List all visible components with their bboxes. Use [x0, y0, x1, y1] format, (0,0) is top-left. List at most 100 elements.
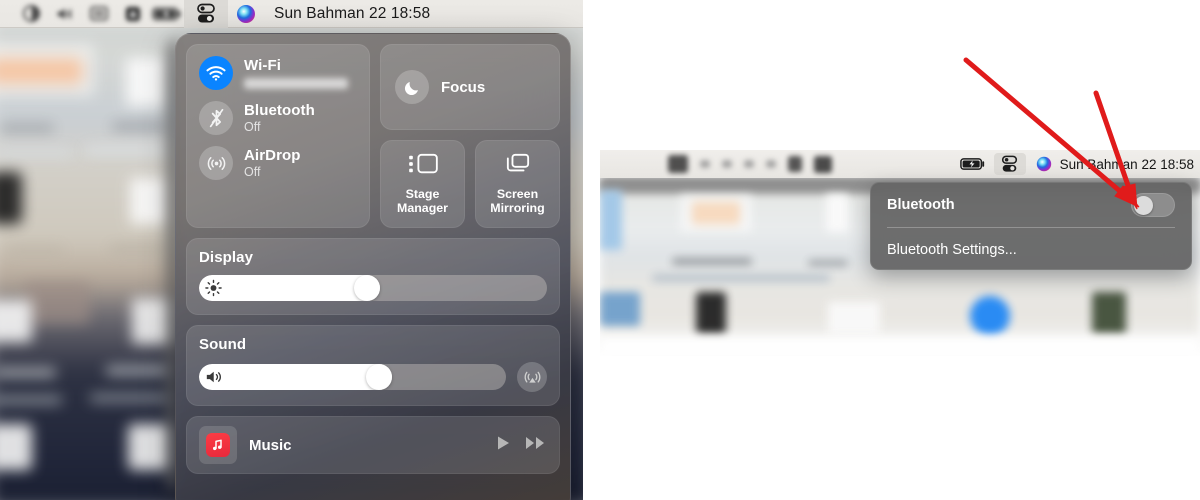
display-card: Display [186, 238, 560, 315]
display-contrast-icon[interactable] [14, 0, 48, 28]
bluetooth-row[interactable]: Bluetooth Off [199, 101, 357, 135]
desktop-artifact [126, 58, 168, 106]
bluetooth-toggle-row[interactable]: Bluetooth [887, 183, 1175, 227]
desktop-artifact [84, 145, 170, 155]
desktop-artifact [110, 246, 168, 253]
desktop-artifact [0, 44, 94, 96]
battery-charging-icon[interactable] [150, 0, 184, 28]
desktop-artifact [24, 282, 90, 324]
control-center-icon[interactable] [993, 153, 1026, 175]
bluetooth-settings-label: Bluetooth Settings... [887, 241, 1017, 258]
desktop-artifact [0, 300, 32, 342]
bluetooth-off-icon[interactable] [199, 101, 233, 135]
menu-extra-icon[interactable] [788, 156, 802, 172]
desktop-artifact [672, 258, 752, 265]
stage-manager-button[interactable]: Stage Manager [380, 140, 465, 228]
dock-app-icon [1092, 292, 1126, 334]
desktop-artifact [696, 292, 726, 334]
bluetooth-menu: Bluetooth Bluetooth Settings... [870, 182, 1192, 270]
desktop-artifact [0, 396, 62, 404]
fast-forward-icon[interactable] [525, 435, 547, 456]
desktop-artifact [600, 292, 640, 326]
desktop-artifact [826, 194, 848, 232]
app-status-icon[interactable] [116, 0, 150, 28]
desktop-artifact [90, 394, 170, 402]
bluetooth-settings-row[interactable]: Bluetooth Settings... [887, 228, 1175, 271]
airplay-audio-icon[interactable] [517, 362, 547, 392]
left-screen-zoom: Sun Bahman 22 18:58 Wi-Fi Bluetooth Off … [0, 0, 583, 500]
desktop-artifact [128, 424, 172, 470]
desktop-artifact [0, 424, 32, 470]
play-icon[interactable] [494, 434, 512, 457]
volume-icon[interactable] [48, 0, 82, 28]
moon-icon [395, 70, 429, 104]
menu-extra-icon[interactable] [766, 160, 776, 168]
screen-mirroring-button[interactable]: Screen Mirroring [475, 140, 560, 228]
desktop-artifact [0, 368, 56, 377]
siri-icon[interactable] [1036, 156, 1052, 172]
bluetooth-label: Bluetooth [244, 102, 315, 119]
desktop-artifact [130, 178, 170, 224]
desktop-artifact [8, 248, 64, 254]
volume-slider-fill [199, 364, 393, 390]
dock-app-icon [970, 296, 1010, 336]
sound-card: Sound [186, 325, 560, 406]
music-app-icon [206, 433, 230, 457]
menu-bar-clock[interactable]: Sun Bahman 22 18:58 [274, 5, 430, 23]
stage-manager-icon [407, 152, 439, 181]
desktop-artifact [0, 172, 22, 224]
menu-extra-icon[interactable] [668, 155, 688, 173]
music-title: Music [249, 436, 292, 454]
wifi-label: Wi-Fi [244, 57, 282, 74]
sound-label: Sound [199, 336, 247, 353]
desktop-artifact [600, 336, 1200, 356]
connectivity-card: Wi-Fi Bluetooth Off AirDrop Off [186, 44, 370, 228]
volume-slider-knob[interactable] [366, 364, 393, 390]
menu-extra-icon[interactable] [814, 155, 832, 173]
wifi-row[interactable]: Wi-Fi [199, 56, 357, 90]
desktop-artifact [808, 260, 848, 266]
airdrop-icon[interactable] [199, 146, 233, 180]
control-center-panel: Wi-Fi Bluetooth Off AirDrop Off Focus St… [175, 33, 571, 500]
screenshot-thumbnail: Sun Bahman 22 18:58 Bluetooth Bluetooth … [600, 150, 1200, 356]
volume-slider[interactable] [199, 364, 506, 390]
keyboard-brightness-icon[interactable] [82, 0, 116, 28]
screen-mirroring-icon [503, 152, 533, 181]
brightness-slider[interactable] [199, 275, 547, 301]
focus-label: Focus [441, 78, 486, 96]
display-label: Display [199, 249, 254, 266]
stage-manager-label: Stage Manager [397, 187, 448, 215]
desktop-artifact [828, 302, 880, 334]
speaker-icon [205, 369, 225, 385]
desktop-artifact [680, 194, 752, 232]
siri-icon[interactable] [228, 0, 264, 28]
bluetooth-status: Off [244, 120, 261, 134]
airdrop-row[interactable]: AirDrop Off [199, 146, 357, 180]
desktop-artifact [0, 148, 74, 157]
menu-bar-right: Sun Bahman 22 18:58 [600, 150, 1200, 178]
brightness-slider-knob[interactable] [353, 275, 380, 301]
screen-mirroring-label: Screen Mirroring [490, 187, 545, 215]
airdrop-status: Off [244, 165, 261, 179]
desktop-artifact [600, 190, 622, 250]
menu-bar: Sun Bahman 22 18:58 [0, 0, 583, 28]
screenshot-root: Sun Bahman 22 18:58 Wi-Fi Bluetooth Off … [0, 0, 1200, 500]
music-card[interactable]: Music [186, 416, 560, 474]
airdrop-label: AirDrop [244, 147, 301, 164]
battery-charging-icon[interactable] [959, 157, 986, 171]
wifi-icon[interactable] [199, 56, 233, 90]
bluetooth-toggle-knob[interactable] [1134, 195, 1153, 215]
desktop-artifact [106, 366, 170, 375]
brightness-slider-fill [199, 275, 380, 301]
bluetooth-toggle[interactable] [1131, 193, 1175, 217]
menu-bar-clock-right[interactable]: Sun Bahman 22 18:58 [1060, 157, 1194, 172]
control-center-icon[interactable] [184, 0, 228, 28]
menu-extra-icon[interactable] [700, 160, 710, 168]
focus-button[interactable]: Focus [380, 44, 560, 130]
menu-extra-icon[interactable] [722, 160, 732, 168]
bluetooth-menu-title: Bluetooth [887, 197, 955, 213]
menu-extra-icon[interactable] [744, 160, 754, 168]
wifi-network-name-redacted [244, 78, 348, 89]
right-screen-wide: Sun Bahman 22 18:58 Bluetooth Bluetooth … [583, 0, 1200, 500]
menu-bar-blurred-icons [668, 150, 832, 178]
